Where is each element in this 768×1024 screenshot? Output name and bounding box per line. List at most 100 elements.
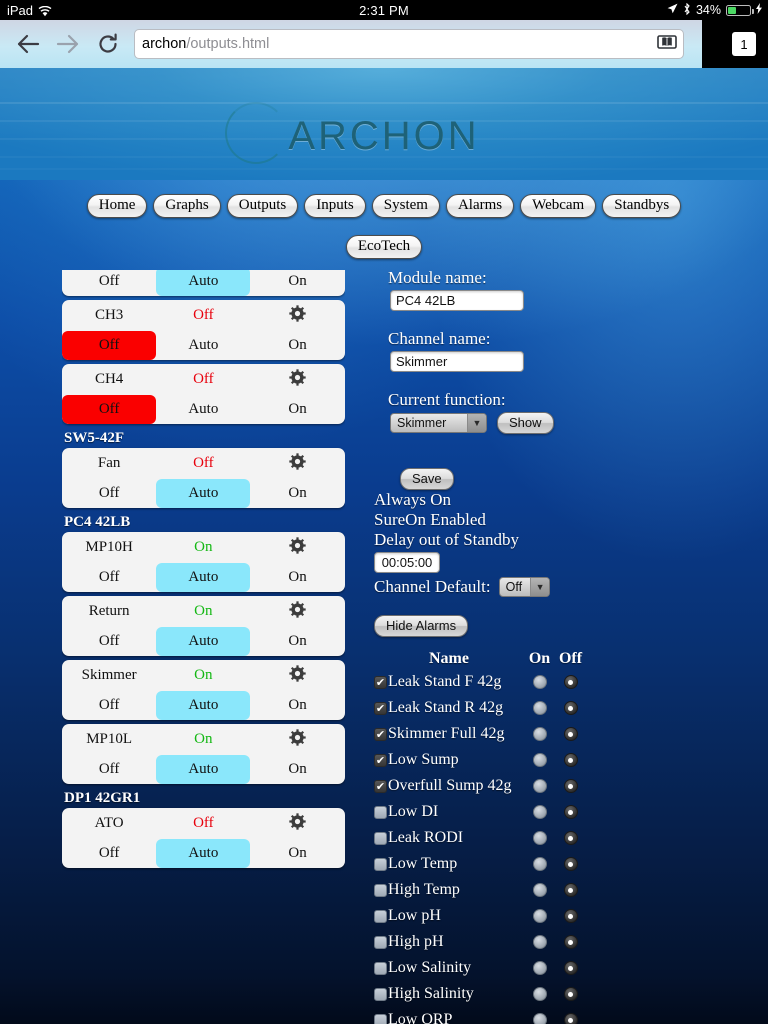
save-button[interactable]: Save xyxy=(400,468,454,490)
nav-item-graphs[interactable]: Graphs xyxy=(153,194,221,218)
delay-input[interactable] xyxy=(374,552,440,573)
channel-mode-auto-button[interactable]: Auto xyxy=(156,691,251,720)
alarm-mode-off-radio[interactable] xyxy=(563,961,578,975)
channel-mode-on-button[interactable]: On xyxy=(250,395,344,424)
gear-icon[interactable] xyxy=(250,812,344,835)
alarm-enable-checkbox[interactable] xyxy=(374,909,387,923)
channel-list-panel[interactable]: Off Auto On CH3 Off Off Auto On CH4 Off Off Auto On S… xyxy=(62,270,345,873)
channel-mode-off-button[interactable]: Off xyxy=(62,270,156,296)
nav-item-outputs[interactable]: Outputs xyxy=(226,194,299,218)
gear-icon[interactable] xyxy=(250,664,344,687)
alarm-mode-on-radio[interactable] xyxy=(532,805,547,819)
channel-mode-auto-button[interactable]: Auto xyxy=(156,839,251,868)
alarm-enable-checkbox[interactable] xyxy=(374,701,387,715)
alarm-mode-on-radio[interactable] xyxy=(532,857,547,871)
nav-item-standbys[interactable]: Standbys xyxy=(602,194,682,218)
nav-item-system[interactable]: System xyxy=(371,194,440,218)
alarm-enable-checkbox[interactable] xyxy=(374,805,387,819)
alarm-enable-checkbox[interactable] xyxy=(374,1013,387,1024)
alarm-mode-on-radio[interactable] xyxy=(532,909,547,923)
alarm-mode-off-radio[interactable] xyxy=(563,675,578,689)
nav-item-alarms[interactable]: Alarms xyxy=(445,194,515,218)
alarm-mode-on-radio[interactable] xyxy=(532,883,547,897)
alarm-mode-on-radio[interactable] xyxy=(532,935,547,949)
channel-mode-on-button[interactable]: On xyxy=(250,627,344,656)
alarm-enable-checkbox[interactable] xyxy=(374,987,387,1001)
alarm-mode-off-radio[interactable] xyxy=(563,831,578,845)
alarm-mode-on-radio[interactable] xyxy=(532,675,547,689)
alarm-mode-on-radio[interactable] xyxy=(532,753,547,767)
channel-mode-auto-button[interactable]: Auto xyxy=(156,627,251,656)
alarm-mode-off-radio[interactable] xyxy=(563,1013,578,1024)
alarm-mode-on-radio[interactable] xyxy=(532,1013,547,1024)
channel-mode-off-button[interactable]: Off xyxy=(62,755,156,784)
channel-mode-off-button[interactable]: Off xyxy=(62,839,156,868)
alarm-enable-checkbox[interactable] xyxy=(374,961,387,975)
alarm-enable-checkbox[interactable] xyxy=(374,675,387,689)
channel-mode-off-button[interactable]: Off xyxy=(62,563,156,592)
channel-mode-off-button[interactable]: Off xyxy=(62,479,156,508)
channel-mode-off-button[interactable]: Off xyxy=(62,691,156,720)
alarm-mode-off-radio[interactable] xyxy=(563,909,578,923)
gear-icon[interactable] xyxy=(250,368,344,391)
alarm-mode-on-radio[interactable] xyxy=(532,987,547,1001)
alarm-enable-checkbox[interactable] xyxy=(374,935,387,949)
alarm-mode-off-radio[interactable] xyxy=(563,727,578,741)
alarm-mode-off-radio[interactable] xyxy=(563,987,578,1001)
channel-mode-auto-button[interactable]: Auto xyxy=(156,270,251,296)
alarm-mode-on-radio[interactable] xyxy=(532,831,547,845)
back-arrow-icon[interactable] xyxy=(8,24,48,64)
channel-mode-auto-button[interactable]: Auto xyxy=(156,563,251,592)
gear-icon[interactable] xyxy=(250,536,344,559)
gear-icon[interactable] xyxy=(250,452,344,475)
reload-icon[interactable] xyxy=(88,24,128,64)
alarm-mode-off-radio[interactable] xyxy=(563,805,578,819)
show-button[interactable]: Show xyxy=(497,412,554,434)
channel-mode-auto-button[interactable]: Auto xyxy=(156,479,251,508)
channel-name-input[interactable] xyxy=(390,351,524,372)
channel-mode-on-button[interactable]: On xyxy=(250,839,344,868)
alarm-enable-checkbox[interactable] xyxy=(374,857,387,871)
channel-mode-on-button[interactable]: On xyxy=(250,691,344,720)
hide-alarms-button[interactable]: Hide Alarms xyxy=(374,615,469,637)
nav-item-ecotech[interactable]: EcoTech xyxy=(345,235,423,259)
forward-arrow-icon[interactable] xyxy=(48,24,88,64)
alarm-mode-off-radio[interactable] xyxy=(563,779,578,793)
nav-item-webcam[interactable]: Webcam xyxy=(520,194,597,218)
channel-mode-off-button[interactable]: Off xyxy=(62,395,157,424)
tab-count-button[interactable]: 1 xyxy=(720,20,768,68)
module-name-input[interactable] xyxy=(390,290,524,311)
nav-item-inputs[interactable]: Inputs xyxy=(304,194,366,218)
channel-mode-auto-button[interactable]: Auto xyxy=(156,331,250,360)
alarm-enable-checkbox[interactable] xyxy=(374,753,387,767)
alarm-mode-off-radio[interactable] xyxy=(563,701,578,715)
channel-mode-off-button[interactable]: Off xyxy=(62,627,156,656)
alarm-mode-on-radio[interactable] xyxy=(532,779,547,793)
channel-mode-on-button[interactable]: On xyxy=(250,479,344,508)
alarm-enable-checkbox[interactable] xyxy=(374,727,387,741)
alarm-mode-off-radio[interactable] xyxy=(563,883,578,897)
alarm-mode-on-radio[interactable] xyxy=(532,961,547,975)
channel-default-select[interactable]: Off ▼ xyxy=(498,577,551,597)
gear-icon[interactable] xyxy=(250,600,344,623)
alarm-mode-on-radio[interactable] xyxy=(532,701,547,715)
channel-mode-on-button[interactable]: On xyxy=(250,270,344,296)
channel-mode-on-button[interactable]: On xyxy=(250,331,344,360)
alarm-mode-off-radio[interactable] xyxy=(563,857,578,871)
gear-icon[interactable] xyxy=(250,728,344,751)
address-bar[interactable]: archon/outputs.html xyxy=(134,29,684,59)
alarm-enable-checkbox[interactable] xyxy=(374,779,387,793)
channel-mode-on-button[interactable]: On xyxy=(250,563,344,592)
channel-mode-off-button[interactable]: Off xyxy=(62,331,157,360)
alarm-enable-checkbox[interactable] xyxy=(374,883,387,897)
alarm-mode-off-radio[interactable] xyxy=(563,935,578,949)
alarm-enable-checkbox[interactable] xyxy=(374,831,387,845)
gear-icon[interactable] xyxy=(250,304,344,327)
channel-mode-on-button[interactable]: On xyxy=(250,755,344,784)
channel-mode-auto-button[interactable]: Auto xyxy=(156,755,251,784)
alarm-mode-off-radio[interactable] xyxy=(563,753,578,767)
nav-item-home[interactable]: Home xyxy=(86,194,148,218)
alarm-mode-on-radio[interactable] xyxy=(532,727,547,741)
channel-mode-auto-button[interactable]: Auto xyxy=(156,395,250,424)
book-icon[interactable] xyxy=(657,34,677,54)
